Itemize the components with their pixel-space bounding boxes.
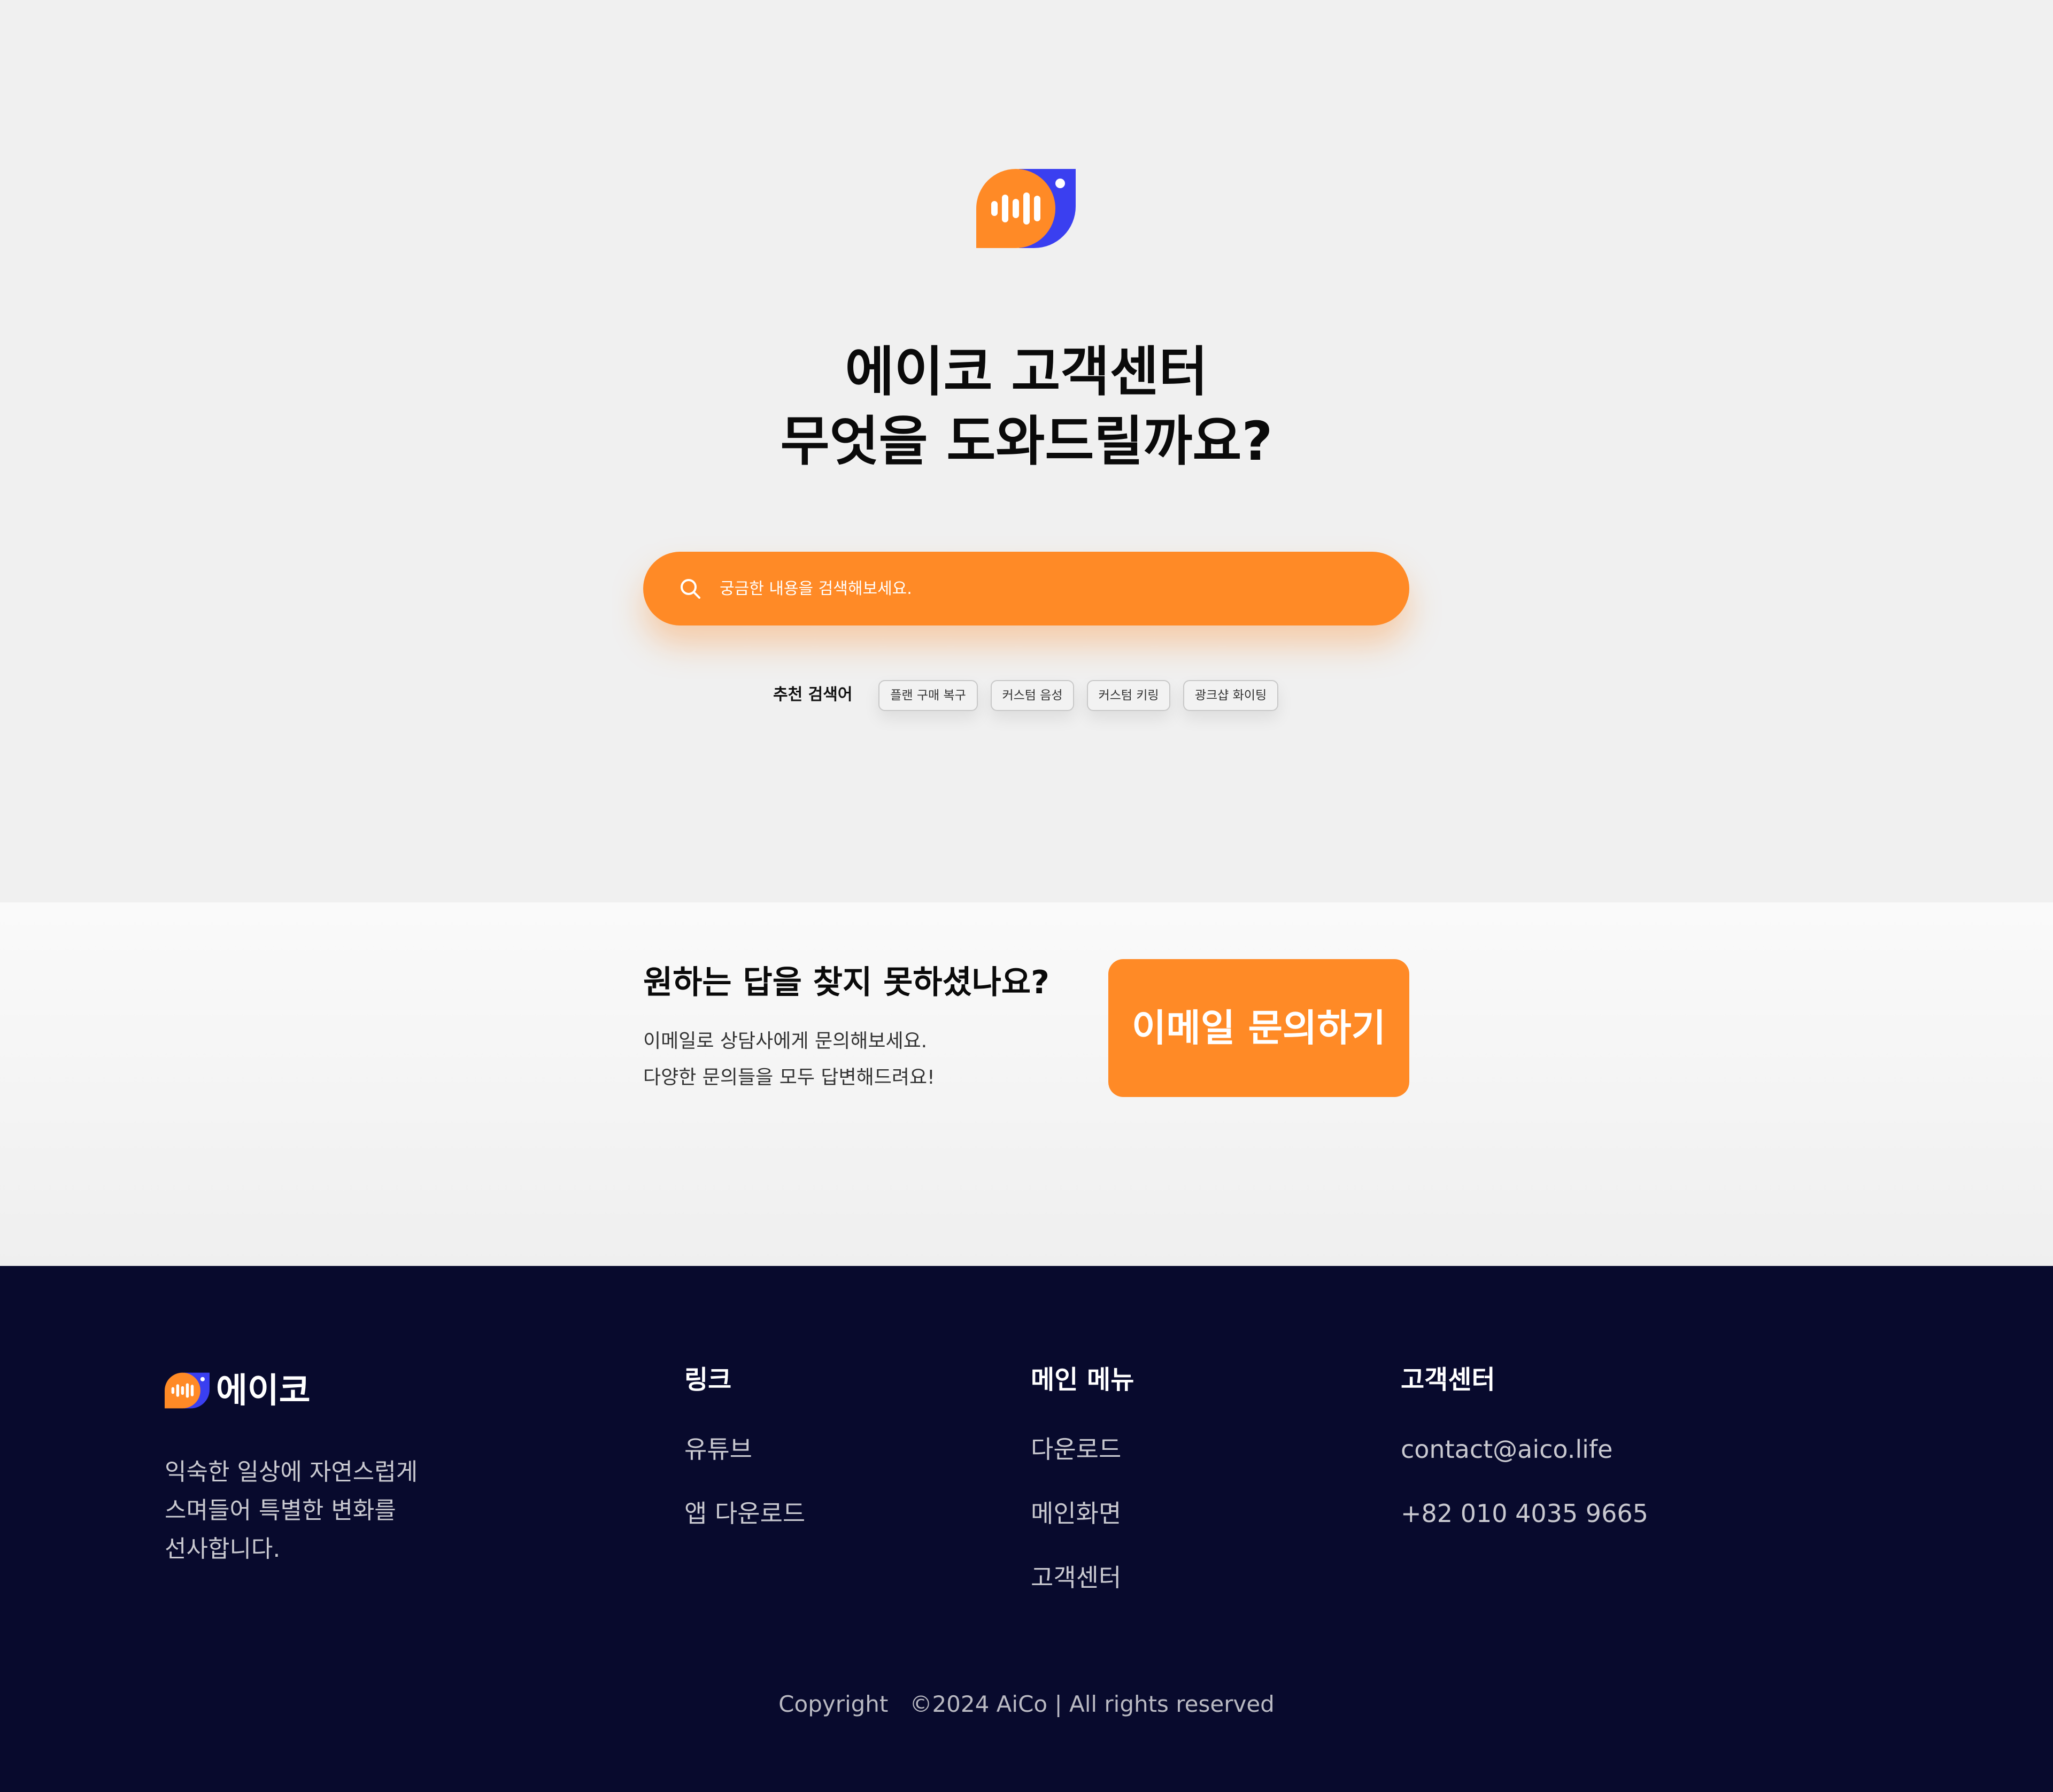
footer-brand[interactable]: 에이코 xyxy=(165,1371,330,1417)
footer-heading-main-menu: 메인 메뉴 xyxy=(1031,1365,1134,1395)
contact-title: 원하는 답을 찾지 못하셨나요? xyxy=(643,964,1049,1001)
footer-heading-customer-center: 고객센터 xyxy=(1401,1365,1495,1395)
footer-contact-email[interactable]: contact@aico.life xyxy=(1401,1431,1612,1468)
search-input[interactable] xyxy=(720,570,1361,607)
email-inquiry-button[interactable]: 이메일 문의하기 xyxy=(1108,959,1409,1097)
hero-section: 에이코 고객센터 무엇을 도와드릴까요? 추천 검색어 플랜 구매 복구 커스텀… xyxy=(0,0,2053,902)
footer-heading-links: 링크 xyxy=(684,1365,732,1395)
footer-description-line3: 선사합니다. xyxy=(165,1535,281,1563)
recommended-chip-plan-restore[interactable]: 플랜 구매 복구 xyxy=(878,680,978,711)
copyright: Copyright ©2024 AiCo | All rights reserv… xyxy=(0,1688,2053,1720)
recommended-chip-custom-voice[interactable]: 커스텀 음성 xyxy=(991,680,1074,711)
hero-title-line1: 에이코 고객센터 xyxy=(845,341,1208,403)
footer-link-download[interactable]: 다운로드 xyxy=(1031,1431,1121,1468)
footer-brand-name: 에이코 xyxy=(216,1371,311,1411)
contact-section: 원하는 답을 찾지 못하셨나요? 이메일로 상담사에게 문의해보세요. 다양한 … xyxy=(0,902,2053,1266)
footer-description-line2: 스며들어 특별한 변화를 xyxy=(165,1497,396,1524)
brand-logo-icon xyxy=(976,169,1076,248)
footer-logo-icon xyxy=(165,1372,210,1409)
contact-description-line2: 다양한 문의들을 모두 답변해드려요! xyxy=(643,1067,935,1088)
recommended-chip-custom-keyring[interactable]: 커스텀 키링 xyxy=(1087,680,1170,711)
footer: 에이코 익숙한 일상에 자연스럽게 스며들어 특별한 변화를 선사합니다. 링크… xyxy=(0,1266,2053,1792)
footer-description-line1: 익숙한 일상에 자연스럽게 xyxy=(165,1458,418,1486)
search-icon[interactable] xyxy=(678,577,702,600)
contact-description-line1: 이메일로 상담사에게 문의해보세요. xyxy=(643,1030,928,1052)
recommended-chip-shop-cheer[interactable]: 광크샵 화이팅 xyxy=(1183,680,1278,711)
hero-title-line2: 무엇을 도와드릴까요? xyxy=(780,410,1273,473)
footer-link-youtube[interactable]: 유튜브 xyxy=(684,1431,752,1468)
recommended-search-label: 추천 검색어 xyxy=(773,685,853,704)
search-bar[interactable] xyxy=(643,552,1409,625)
footer-link-app-download[interactable]: 앱 다운로드 xyxy=(684,1495,805,1532)
footer-contact-phone[interactable]: +82 010 4035 9665 xyxy=(1401,1495,1648,1532)
copyright-text: Copyright ©2024 AiCo | All rights reserv… xyxy=(778,1691,1275,1717)
footer-link-main-screen[interactable]: 메인화면 xyxy=(1031,1495,1121,1532)
footer-link-customer-center[interactable]: 고객센터 xyxy=(1031,1559,1121,1596)
